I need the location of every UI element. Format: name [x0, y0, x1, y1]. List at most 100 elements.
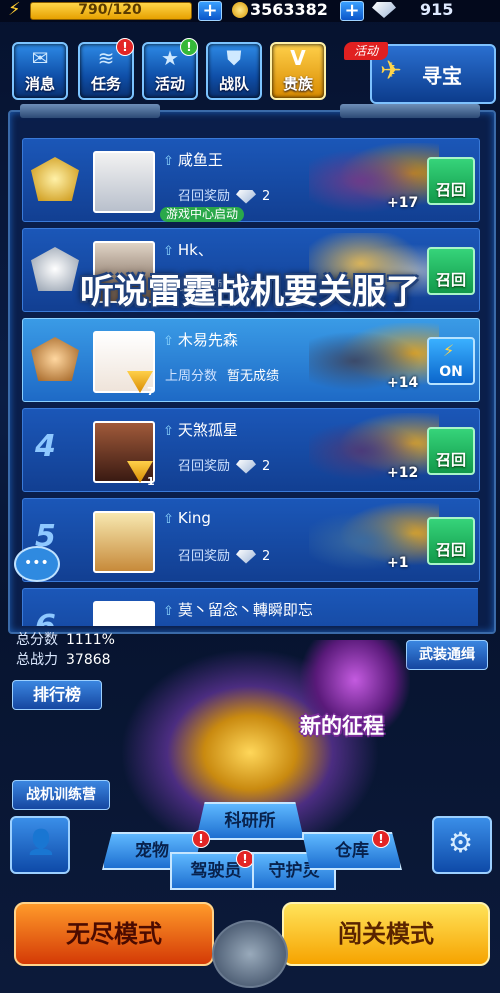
reward-count: 2 [262, 549, 271, 564]
player-name-text: 咸鱼王 [177, 151, 223, 169]
recall-label: 召回 [435, 541, 466, 559]
avatar[interactable] [93, 421, 155, 483]
stage-mode-button[interactable]: 闯关模式 [282, 902, 490, 966]
chat-bubble-icon[interactable]: ••• [14, 546, 60, 582]
avatar[interactable] [93, 151, 155, 213]
frame-cap-right [340, 104, 480, 118]
total-score: 总分数 1111% [16, 630, 115, 650]
gem-value: 915 [420, 0, 454, 19]
reward-label: 召回奖励 [178, 189, 231, 204]
reward-info: 召回奖励 2 [178, 545, 270, 564]
add-gold-button[interactable]: + [340, 1, 364, 21]
messages-button[interactable]: ✉ 消息 [12, 42, 68, 100]
vip-button[interactable]: V 贵族 [270, 42, 326, 100]
recall-button[interactable]: 召回 [427, 157, 475, 205]
power-value: 37868 [66, 652, 111, 668]
reward-info: 召回奖励 2 [178, 455, 270, 474]
lightning-icon: ⚡ [443, 341, 455, 360]
avatar[interactable] [93, 511, 155, 573]
rank-number: 4 [35, 429, 56, 464]
frame-cap-left [20, 104, 160, 118]
lightning-icon: ⚡ [8, 0, 21, 20]
player-name: ⇧ 莫丶留念丶轉瞬即忘 [163, 599, 313, 620]
arrow-up-icon: ⇧ [163, 424, 174, 439]
team-label: 战队 [218, 75, 249, 93]
player-name-text: 莫丶留念丶轉瞬即忘 [177, 601, 313, 619]
settings-button[interactable]: ⚙ [432, 816, 492, 874]
research-button[interactable]: 科研所 [196, 802, 304, 840]
ranking-row[interactable]: 5 ⇧ King 召回奖励 2 +1 召回 [22, 498, 480, 582]
vip-label: 贵族 [282, 75, 313, 93]
player-name: ⇧ 咸鱼王 [163, 149, 223, 170]
player-name-text: 天煞孤星 [177, 421, 238, 439]
recall-label: 召回 [435, 181, 466, 199]
ranking-row-partial[interactable]: 6 ⇧莫丶留念丶轉瞬即忘 [22, 588, 478, 626]
treasure-hunt-button[interactable]: ✈ 寻宝 [370, 44, 496, 104]
vip-level: 1 [147, 475, 155, 488]
total-power: 总战力 37868 [16, 650, 115, 670]
mail-icon: ✉ [31, 46, 49, 70]
events-label: 活动 [154, 75, 185, 93]
ranking-row[interactable]: 4 1 ⇧ 天煞孤星 召回奖励 2 +12 召回 [22, 408, 480, 492]
upgrade-level: +1 [387, 555, 409, 571]
video-caption: 听说雷霆战机要关服了 [80, 272, 420, 312]
reward-count: 2 [262, 189, 271, 204]
mech-character-image [309, 413, 439, 489]
score-info: 上周分数 暂无成绩 [165, 365, 279, 384]
toggle-on-label: ON [439, 364, 463, 380]
upgrade-level: +12 [387, 465, 419, 481]
game-center-tag: 游戏中心启动 [160, 207, 245, 222]
recall-button[interactable]: 召回 [427, 517, 475, 565]
armament-wanted-button[interactable]: 武装通缉 [406, 640, 488, 670]
score-value: 1111% [66, 632, 115, 648]
arrow-up-icon: ⇧ [163, 512, 174, 527]
tasks-label: 任务 [90, 75, 121, 93]
ranking-row[interactable]: ⇧ 咸鱼王 召回奖励 2 游戏中心启动 +17 召回 [22, 138, 480, 222]
player-name-text: Hk、 [177, 241, 213, 259]
recall-button[interactable]: 召回 [427, 427, 475, 475]
add-friend-button[interactable]: 👤 [10, 816, 70, 874]
score-value: 暂无成绩 [227, 369, 280, 384]
score-label: 总分数 [16, 632, 58, 648]
gold-coin-icon [232, 2, 248, 18]
ranking-row-self[interactable]: 7 ⇧ 木易先森 上周分数 暂无成绩 +14 ⚡ ON [22, 318, 480, 402]
bronze-medal-icon [31, 337, 79, 381]
gear-icon: ⚙ [448, 826, 474, 859]
core-emblem [212, 920, 288, 988]
chat-dots: ••• [24, 555, 49, 571]
player-name: ⇧ 天煞孤星 [163, 419, 238, 440]
pet-alert-badge: ! [192, 830, 210, 848]
vip-level: 7 [147, 385, 155, 398]
diamond-icon [236, 189, 257, 204]
reward-count: 2 [262, 459, 271, 474]
player-name-text: King [177, 509, 211, 527]
tasks-alert-badge: ! [116, 38, 134, 56]
leaderboard-button[interactable]: 排行榜 [12, 680, 102, 710]
rank-number: 6 [35, 609, 56, 626]
arrow-up-icon: ⇧ [163, 244, 174, 259]
gold-medal-icon [31, 157, 79, 201]
arrow-up-icon: ⇧ [163, 154, 174, 169]
reward-info: 召回奖励 2 [178, 185, 270, 204]
mech-character-image [309, 143, 439, 219]
player-name: ⇧ King [163, 509, 211, 527]
training-camp-button[interactable]: 战机训练营 [12, 780, 110, 810]
endless-mode-button[interactable]: 无尽模式 [14, 902, 214, 966]
arrow-up-icon: ⇧ [163, 604, 174, 619]
player-name: ⇧ Hk、 [163, 239, 213, 260]
team-icon: ⛊ [226, 46, 242, 70]
mech-character-image [309, 503, 439, 579]
diamond-icon [236, 549, 257, 564]
team-button[interactable]: ⛊ 战队 [206, 42, 262, 100]
add-energy-button[interactable]: + [198, 1, 222, 21]
avatar[interactable] [93, 601, 155, 626]
avatar[interactable] [93, 331, 155, 393]
reward-label: 召回奖励 [178, 549, 231, 564]
toggle-on-button[interactable]: ⚡ ON [427, 337, 475, 385]
ranking-row: 6 ⇧莫丶留念丶轉瞬即忘 [22, 588, 478, 626]
upgrade-level: +14 [387, 375, 419, 391]
new-journey-button[interactable]: 新的征程 [300, 710, 384, 740]
score-label: 上周分数 [165, 369, 218, 384]
messages-label: 消息 [24, 75, 55, 93]
diamond-icon [236, 459, 257, 474]
